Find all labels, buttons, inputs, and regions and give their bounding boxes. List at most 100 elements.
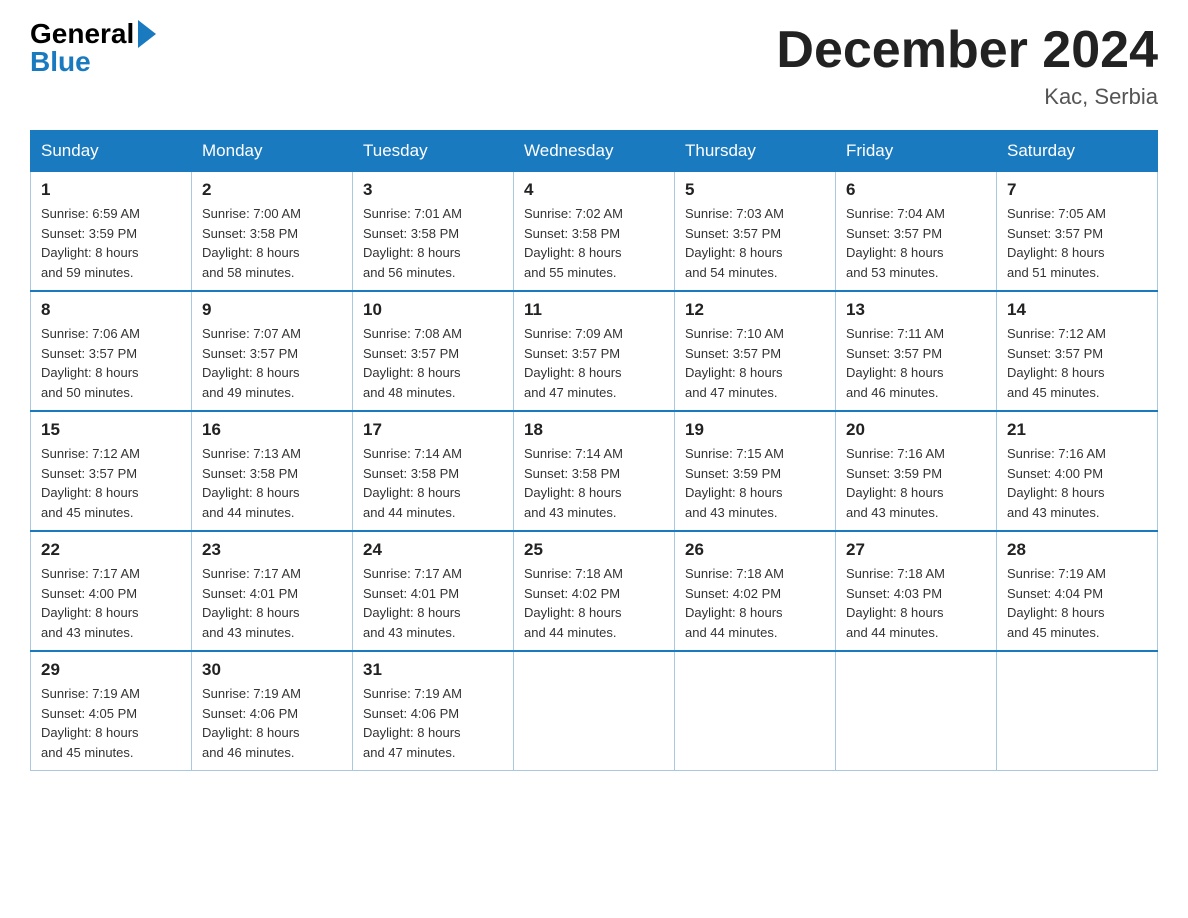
calendar-cell: 30 Sunrise: 7:19 AMSunset: 4:06 PMDayligh… xyxy=(192,651,353,771)
day-number: 31 xyxy=(363,660,503,680)
calendar-cell: 15 Sunrise: 7:12 AMSunset: 3:57 PMDayligh… xyxy=(31,411,192,531)
calendar-cell: 24Sunrise: 7:17 AMSunset: 4:01 PMDayligh… xyxy=(353,531,514,651)
calendar-cell: 1 Sunrise: 6:59 AMSunset: 3:59 PMDaylight… xyxy=(31,172,192,292)
day-info: Sunrise: 7:10 AMSunset: 3:57 PMDaylight:… xyxy=(685,324,825,402)
day-number: 30 xyxy=(202,660,342,680)
day-info: Sunrise: 7:12 AMSunset: 3:57 PMDaylight:… xyxy=(41,444,181,522)
calendar-cell: 8Sunrise: 7:06 AMSunset: 3:57 PMDaylight… xyxy=(31,291,192,411)
day-number: 26 xyxy=(685,540,825,560)
day-number: 29 xyxy=(41,660,181,680)
calendar-cell: 25 Sunrise: 7:18 AMSunset: 4:02 PMDayligh… xyxy=(514,531,675,651)
calendar-cell: 2 Sunrise: 7:00 AMSunset: 3:58 PMDaylight… xyxy=(192,172,353,292)
day-info: Sunrise: 7:05 AMSunset: 3:57 PMDaylight:… xyxy=(1007,204,1147,282)
day-number: 18 xyxy=(524,420,664,440)
day-number: 4 xyxy=(524,180,664,200)
day-number: 6 xyxy=(846,180,986,200)
calendar-cell: 28 Sunrise: 7:19 AMSunset: 4:04 PMDayligh… xyxy=(997,531,1158,651)
day-number: 20 xyxy=(846,420,986,440)
calendar-cell: 26Sunrise: 7:18 AMSunset: 4:02 PMDayligh… xyxy=(675,531,836,651)
day-number: 3 xyxy=(363,180,503,200)
day-number: 12 xyxy=(685,300,825,320)
day-info: Sunrise: 7:13 AMSunset: 3:58 PMDaylight:… xyxy=(202,444,342,522)
calendar-cell: 16 Sunrise: 7:13 AMSunset: 3:58 PMDayligh… xyxy=(192,411,353,531)
calendar-cell: 18 Sunrise: 7:14 AMSunset: 3:58 PMDayligh… xyxy=(514,411,675,531)
day-number: 16 xyxy=(202,420,342,440)
calendar-cell: 13Sunrise: 7:11 AMSunset: 3:57 PMDayligh… xyxy=(836,291,997,411)
calendar-cell: 20 Sunrise: 7:16 AMSunset: 3:59 PMDayligh… xyxy=(836,411,997,531)
day-number: 17 xyxy=(363,420,503,440)
calendar-cell xyxy=(836,651,997,771)
calendar-cell: 12 Sunrise: 7:10 AMSunset: 3:57 PMDayligh… xyxy=(675,291,836,411)
calendar-cell: 11 Sunrise: 7:09 AMSunset: 3:57 PMDayligh… xyxy=(514,291,675,411)
day-info: Sunrise: 6:59 AMSunset: 3:59 PMDaylight:… xyxy=(41,204,181,282)
day-number: 9 xyxy=(202,300,342,320)
day-info: Sunrise: 7:15 AMSunset: 3:59 PMDaylight:… xyxy=(685,444,825,522)
calendar-week-row: 1 Sunrise: 6:59 AMSunset: 3:59 PMDaylight… xyxy=(31,172,1158,292)
day-number: 15 xyxy=(41,420,181,440)
day-info: Sunrise: 7:14 AMSunset: 3:58 PMDaylight:… xyxy=(363,444,503,522)
title-block: December 2024 Kac, Serbia xyxy=(776,20,1158,110)
calendar-cell: 17 Sunrise: 7:14 AMSunset: 3:58 PMDayligh… xyxy=(353,411,514,531)
day-info: Sunrise: 7:09 AMSunset: 3:57 PMDaylight:… xyxy=(524,324,664,402)
day-info: Sunrise: 7:07 AMSunset: 3:57 PMDaylight:… xyxy=(202,324,342,402)
day-info: Sunrise: 7:17 AMSunset: 4:01 PMDaylight:… xyxy=(363,564,503,642)
day-info: Sunrise: 7:17 AMSunset: 4:01 PMDaylight:… xyxy=(202,564,342,642)
calendar-cell: 29Sunrise: 7:19 AMSunset: 4:05 PMDayligh… xyxy=(31,651,192,771)
day-number: 25 xyxy=(524,540,664,560)
day-info: Sunrise: 7:18 AMSunset: 4:02 PMDaylight:… xyxy=(524,564,664,642)
calendar-cell: 21 Sunrise: 7:16 AMSunset: 4:00 PMDayligh… xyxy=(997,411,1158,531)
day-number: 19 xyxy=(685,420,825,440)
day-number: 7 xyxy=(1007,180,1147,200)
calendar-cell: 14 Sunrise: 7:12 AMSunset: 3:57 PMDayligh… xyxy=(997,291,1158,411)
calendar-table: SundayMondayTuesdayWednesdayThursdayFrid… xyxy=(30,130,1158,771)
day-info: Sunrise: 7:19 AMSunset: 4:04 PMDaylight:… xyxy=(1007,564,1147,642)
calendar-week-row: 15 Sunrise: 7:12 AMSunset: 3:57 PMDayligh… xyxy=(31,411,1158,531)
day-info: Sunrise: 7:19 AMSunset: 4:06 PMDaylight:… xyxy=(202,684,342,762)
day-info: Sunrise: 7:11 AMSunset: 3:57 PMDaylight:… xyxy=(846,324,986,402)
weekday-header-wednesday: Wednesday xyxy=(514,131,675,172)
weekday-header-friday: Friday xyxy=(836,131,997,172)
calendar-cell: 27 Sunrise: 7:18 AMSunset: 4:03 PMDayligh… xyxy=(836,531,997,651)
day-number: 21 xyxy=(1007,420,1147,440)
day-number: 28 xyxy=(1007,540,1147,560)
calendar-cell: 31Sunrise: 7:19 AMSunset: 4:06 PMDayligh… xyxy=(353,651,514,771)
logo-general-text: General xyxy=(30,20,134,48)
day-number: 2 xyxy=(202,180,342,200)
day-number: 1 xyxy=(41,180,181,200)
weekday-header-monday: Monday xyxy=(192,131,353,172)
logo: General Blue xyxy=(30,20,156,76)
day-info: Sunrise: 7:00 AMSunset: 3:58 PMDaylight:… xyxy=(202,204,342,282)
day-info: Sunrise: 7:17 AMSunset: 4:00 PMDaylight:… xyxy=(41,564,181,642)
day-info: Sunrise: 7:16 AMSunset: 4:00 PMDaylight:… xyxy=(1007,444,1147,522)
calendar-cell: 4 Sunrise: 7:02 AMSunset: 3:58 PMDaylight… xyxy=(514,172,675,292)
page-title: December 2024 xyxy=(776,20,1158,80)
calendar-week-row: 29Sunrise: 7:19 AMSunset: 4:05 PMDayligh… xyxy=(31,651,1158,771)
day-info: Sunrise: 7:02 AMSunset: 3:58 PMDaylight:… xyxy=(524,204,664,282)
day-info: Sunrise: 7:14 AMSunset: 3:58 PMDaylight:… xyxy=(524,444,664,522)
page-header: General Blue December 2024 Kac, Serbia xyxy=(30,20,1158,110)
weekday-header-tuesday: Tuesday xyxy=(353,131,514,172)
day-number: 14 xyxy=(1007,300,1147,320)
day-info: Sunrise: 7:06 AMSunset: 3:57 PMDaylight:… xyxy=(41,324,181,402)
day-info: Sunrise: 7:18 AMSunset: 4:03 PMDaylight:… xyxy=(846,564,986,642)
calendar-cell: 5Sunrise: 7:03 AMSunset: 3:57 PMDaylight… xyxy=(675,172,836,292)
calendar-cell: 23 Sunrise: 7:17 AMSunset: 4:01 PMDayligh… xyxy=(192,531,353,651)
calendar-cell xyxy=(675,651,836,771)
day-info: Sunrise: 7:04 AMSunset: 3:57 PMDaylight:… xyxy=(846,204,986,282)
day-info: Sunrise: 7:08 AMSunset: 3:57 PMDaylight:… xyxy=(363,324,503,402)
day-info: Sunrise: 7:16 AMSunset: 3:59 PMDaylight:… xyxy=(846,444,986,522)
calendar-cell xyxy=(997,651,1158,771)
weekday-header-sunday: Sunday xyxy=(31,131,192,172)
day-info: Sunrise: 7:01 AMSunset: 3:58 PMDaylight:… xyxy=(363,204,503,282)
day-number: 11 xyxy=(524,300,664,320)
calendar-cell: 9 Sunrise: 7:07 AMSunset: 3:57 PMDaylight… xyxy=(192,291,353,411)
day-info: Sunrise: 7:12 AMSunset: 3:57 PMDaylight:… xyxy=(1007,324,1147,402)
calendar-week-row: 8Sunrise: 7:06 AMSunset: 3:57 PMDaylight… xyxy=(31,291,1158,411)
logo-blue-text: Blue xyxy=(30,48,91,76)
day-number: 23 xyxy=(202,540,342,560)
calendar-week-row: 22Sunrise: 7:17 AMSunset: 4:00 PMDayligh… xyxy=(31,531,1158,651)
calendar-cell: 3 Sunrise: 7:01 AMSunset: 3:58 PMDaylight… xyxy=(353,172,514,292)
calendar-cell: 19 Sunrise: 7:15 AMSunset: 3:59 PMDayligh… xyxy=(675,411,836,531)
logo-arrow-icon xyxy=(138,20,156,48)
day-number: 27 xyxy=(846,540,986,560)
